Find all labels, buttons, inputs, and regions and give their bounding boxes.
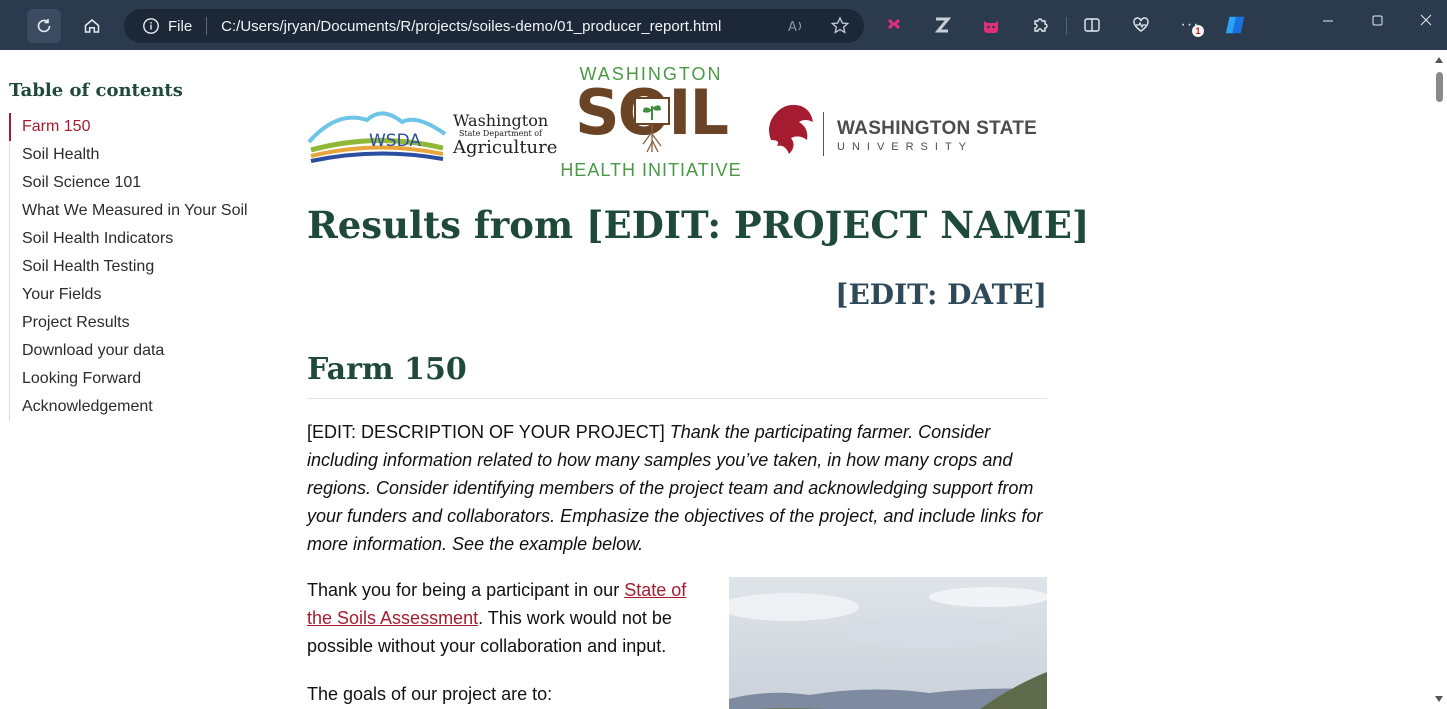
wsu-divider bbox=[823, 112, 824, 156]
goals-intro: The goals of our project are to: bbox=[307, 684, 553, 704]
toc-item-soil-science-101[interactable]: Soil Science 101 bbox=[10, 169, 279, 197]
browser-toolbar: File C:/Users/jryan/Documents/R/projects… bbox=[0, 0, 1447, 50]
toc-item-download-data[interactable]: Download your data bbox=[10, 337, 279, 365]
washington-seedling-icon bbox=[634, 97, 670, 153]
favorite-star-icon[interactable] bbox=[830, 16, 850, 36]
minimize-button[interactable] bbox=[1321, 13, 1335, 32]
thanks-text-before: Thank you for being a participant in our bbox=[307, 580, 625, 600]
copilot-icon[interactable] bbox=[1224, 13, 1248, 37]
toc-item-soil-health[interactable]: Soil Health bbox=[10, 141, 279, 169]
wsu-cougar-logo bbox=[769, 104, 813, 154]
wsda-wordmark-line3: Agriculture bbox=[453, 137, 558, 158]
scroll-thumb[interactable] bbox=[1436, 72, 1443, 102]
page-scrollbar[interactable] bbox=[1432, 50, 1447, 709]
toc-item-what-we-measured[interactable]: What We Measured in Your Soil bbox=[10, 197, 279, 225]
wsda-wordmark-line1: Washington bbox=[453, 111, 549, 130]
scroll-down-arrow[interactable] bbox=[1435, 696, 1443, 702]
home-button[interactable] bbox=[75, 9, 109, 43]
zotero-icon[interactable] bbox=[930, 13, 954, 37]
address-bar[interactable]: File C:/Users/jryan/Documents/R/projects… bbox=[124, 9, 864, 43]
home-icon bbox=[84, 19, 100, 33]
info-icon bbox=[143, 18, 159, 34]
split-screen-icon[interactable] bbox=[1080, 13, 1104, 37]
landscape-photo bbox=[729, 577, 1047, 709]
extensions-puzzle-icon[interactable] bbox=[1028, 13, 1052, 37]
refresh-button[interactable] bbox=[27, 9, 61, 43]
wsda-wordmark: Washington State Department of Agricultu… bbox=[453, 111, 558, 158]
notification-badge: 1 bbox=[1192, 25, 1204, 37]
toc-item-your-fields[interactable]: Your Fields bbox=[10, 281, 279, 309]
toc-item-project-results[interactable]: Project Results bbox=[10, 309, 279, 337]
toc-item-soil-health-testing[interactable]: Soil Health Testing bbox=[10, 253, 279, 281]
wsda-logo: WSDA bbox=[307, 111, 447, 163]
soil-logo-bottom-text: HEALTH INITIATIVE bbox=[560, 160, 742, 180]
toc-list: Farm 150 Soil Health Soil Science 101 Wh… bbox=[9, 113, 279, 421]
site-info[interactable]: File bbox=[142, 17, 192, 35]
section-title: Farm 150 bbox=[307, 352, 467, 387]
table-of-contents: Table of contents Farm 150 Soil Health S… bbox=[9, 80, 279, 421]
url-text[interactable]: C:/Users/jryan/Documents/R/projects/soil… bbox=[221, 18, 721, 35]
wsu-wordmark-line1: WASHINGTON STATE bbox=[837, 118, 1038, 139]
description-prefix: [EDIT: DESCRIPTION OF YOUR PROJECT] bbox=[307, 422, 665, 442]
wsu-wordmark: WASHINGTON STATE UNIVERSITY bbox=[837, 118, 1037, 153]
page-title: Results from [EDIT: PROJECT NAME] bbox=[307, 203, 1090, 247]
toc-item-farm-150[interactable]: Farm 150 bbox=[9, 113, 279, 141]
toc-item-acknowledgement[interactable]: Acknowledgement bbox=[10, 393, 279, 421]
refresh-icon bbox=[37, 19, 51, 33]
more-menu-button[interactable]: ··· 1 bbox=[1178, 13, 1204, 37]
extension-pink-icon[interactable] bbox=[882, 13, 906, 37]
section-divider bbox=[307, 398, 1047, 399]
scroll-up-arrow[interactable] bbox=[1435, 57, 1443, 63]
address-separator bbox=[206, 17, 208, 35]
toolbar-divider bbox=[1066, 17, 1067, 35]
maximize-button[interactable] bbox=[1371, 13, 1385, 32]
report-content: WSDA Washington State Department of Agri… bbox=[307, 50, 1089, 709]
toc-title: Table of contents bbox=[9, 80, 183, 101]
toc-item-looking-forward[interactable]: Looking Forward bbox=[10, 365, 279, 393]
extension-cat-icon[interactable] bbox=[979, 13, 1003, 37]
address-prefix: File bbox=[168, 17, 193, 35]
wsu-wordmark-line2: UNIVERSITY bbox=[837, 141, 974, 153]
logo-banner: WSDA Washington State Department of Agri… bbox=[307, 50, 1047, 200]
project-description: [EDIT: DESCRIPTION OF YOUR PROJECT] Than… bbox=[307, 418, 1047, 558]
toc-item-soil-health-indicators[interactable]: Soil Health Indicators bbox=[10, 225, 279, 253]
close-button[interactable] bbox=[1419, 13, 1433, 32]
soil-health-initiative-logo: WASHINGTON SOIL HEALTH INITIATIVE bbox=[551, 64, 751, 200]
health-heart-icon[interactable] bbox=[1129, 13, 1153, 37]
thanks-paragraph: Thank you for being a participant in our… bbox=[307, 576, 707, 660]
svg-text:WSDA: WSDA bbox=[369, 131, 421, 151]
svg-text:A: A bbox=[788, 20, 797, 35]
read-aloud-icon[interactable]: A bbox=[786, 16, 806, 36]
report-date: [EDIT: DATE] bbox=[835, 278, 1047, 311]
